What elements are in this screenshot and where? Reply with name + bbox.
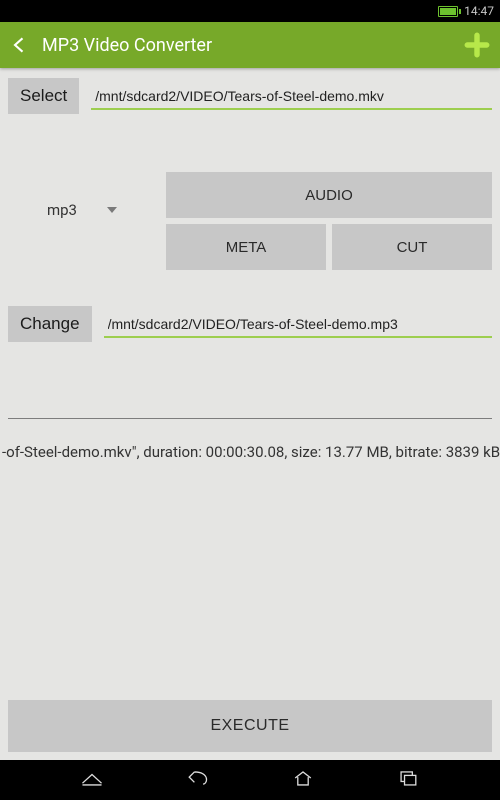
add-button[interactable] — [464, 32, 490, 58]
nav-back-icon[interactable] — [184, 768, 210, 792]
format-selected: mp3 — [47, 201, 77, 219]
nav-menu-icon[interactable] — [79, 768, 105, 792]
chevron-down-icon — [107, 207, 117, 213]
battery-icon — [438, 6, 458, 17]
app-title: MP3 Video Converter — [42, 35, 452, 56]
status-time: 14:47 — [464, 4, 494, 18]
execute-button[interactable]: EXECUTE — [8, 700, 492, 752]
source-path-input[interactable] — [91, 82, 492, 110]
system-nav-bar — [0, 760, 500, 800]
app-bar: MP3 Video Converter — [0, 22, 500, 68]
change-button[interactable]: Change — [8, 306, 92, 342]
dest-path-input[interactable] — [104, 310, 492, 338]
options-panel: AUDIO META CUT — [166, 172, 492, 270]
select-button[interactable]: Select — [8, 78, 79, 114]
content-area: Select mp3 AUDIO META CUT Change -of-Ste… — [0, 68, 500, 760]
format-spinner[interactable]: mp3 — [8, 190, 156, 230]
source-row: Select — [8, 78, 492, 114]
audio-button[interactable]: AUDIO — [166, 172, 492, 218]
back-button[interactable] — [10, 35, 30, 55]
media-info-line: -of-Steel-demo.mkv", duration: 00:00:30.… — [0, 443, 500, 461]
nav-home-icon[interactable] — [290, 768, 316, 792]
dest-row: Change — [8, 306, 492, 342]
divider — [8, 418, 492, 419]
meta-button[interactable]: META — [166, 224, 326, 270]
status-bar: 14:47 — [0, 0, 500, 22]
format-row: mp3 AUDIO META CUT — [8, 172, 492, 270]
nav-recents-icon[interactable] — [395, 768, 421, 792]
cut-button[interactable]: CUT — [332, 224, 492, 270]
